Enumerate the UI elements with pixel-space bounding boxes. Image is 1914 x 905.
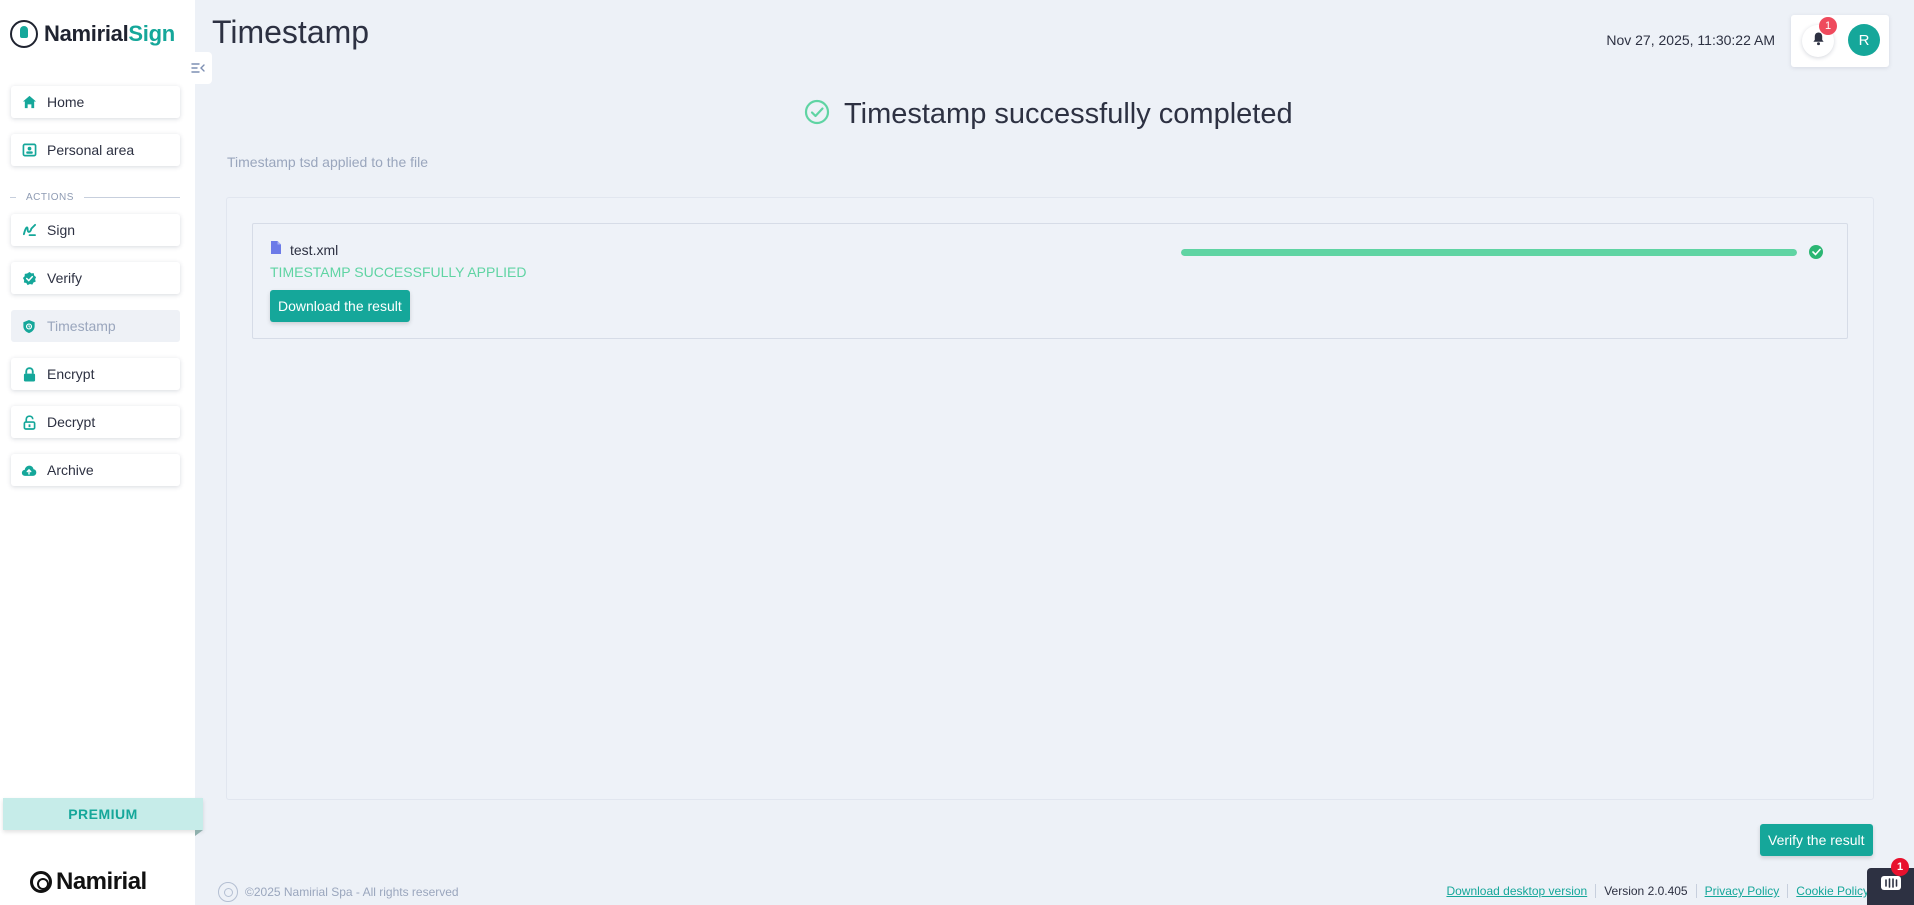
file-progress-fill: [1181, 249, 1797, 256]
sidebar-item-label: Verify: [47, 270, 83, 286]
namirial-sign-logo-icon: [10, 20, 38, 48]
sidebar-item-sign[interactable]: Sign: [11, 214, 180, 246]
shield-clock-icon: [21, 318, 37, 334]
home-icon: [21, 94, 37, 110]
brand-logo[interactable]: NamirialSign: [10, 20, 175, 48]
check-circle-icon: [804, 99, 830, 130]
verify-result-button[interactable]: Verify the result: [1760, 824, 1873, 856]
lock-icon: [21, 366, 37, 382]
current-datetime: Nov 27, 2025, 11:30:22 AM: [1606, 32, 1775, 48]
contact-card-icon: [21, 142, 37, 158]
premium-banner[interactable]: PREMIUM: [3, 798, 203, 830]
file-result-row: test.xml TIMESTAMP SUCCESSFULLY APPLIED …: [252, 223, 1848, 339]
sidebar-item-encrypt[interactable]: Encrypt: [11, 358, 180, 390]
file-name-group: test.xml: [270, 240, 338, 260]
chat-unread-badge: 1: [1891, 858, 1909, 876]
sidebar-item-label: Personal area: [47, 142, 135, 158]
privacy-policy-link[interactable]: Privacy Policy: [1705, 884, 1780, 898]
copyright-text: ©2025 Namirial Spa - All rights reserved: [245, 885, 459, 899]
results-panel: test.xml TIMESTAMP SUCCESSFULLY APPLIED …: [226, 197, 1874, 800]
footer-separator: [1695, 884, 1697, 898]
premium-ribbon-fold: [195, 830, 203, 836]
footer-copyright: ©2025 Namirial Spa - All rights reserved: [218, 882, 459, 902]
namirial-logo-icon: [30, 871, 52, 893]
verified-badge-icon: [21, 270, 37, 286]
sidebar-item-personal-area[interactable]: Personal area: [11, 134, 180, 166]
chat-widget-button[interactable]: [1867, 868, 1914, 905]
result-subtitle: Timestamp tsd applied to the file: [227, 154, 429, 170]
sidebar-item-label: Decrypt: [47, 414, 96, 430]
namirial-footer-logo: Namirial: [30, 868, 147, 896]
sidebar-item-label: Home: [47, 94, 85, 110]
sidebar-item-archive[interactable]: Archive: [11, 454, 180, 486]
file-name: test.xml: [290, 242, 339, 258]
collapse-sidebar-button[interactable]: [184, 52, 212, 84]
sidebar-item-label: Archive: [47, 462, 94, 478]
bell-icon: [1812, 31, 1825, 51]
unlock-icon: [21, 414, 37, 430]
footer-separator: [1787, 884, 1789, 898]
sidebar-item-home[interactable]: Home: [11, 86, 180, 118]
notification-count-badge: 1: [1819, 17, 1837, 35]
cookie-policy-link[interactable]: Cookie Policy: [1796, 884, 1869, 898]
sidebar-item-label: Encrypt: [47, 366, 95, 382]
progress-complete-icon: [1809, 245, 1823, 259]
file-status-text: TIMESTAMP SUCCESSFULLY APPLIED: [270, 264, 527, 280]
cloud-upload-icon: [21, 462, 37, 478]
signature-icon: [21, 222, 37, 238]
actions-section-divider: ACTIONS: [10, 192, 180, 203]
sidebar-item-label: Timestamp: [47, 318, 116, 334]
success-heading-text: Timestamp successfully completed: [844, 98, 1293, 130]
footer-separator: [1595, 884, 1597, 898]
download-result-button[interactable]: Download the result: [270, 290, 410, 322]
sidebar-item-verify[interactable]: Verify: [11, 262, 180, 294]
namirial-small-logo-icon: [218, 882, 238, 902]
collapse-menu-icon: [191, 60, 205, 76]
brand-name: NamirialSign: [44, 21, 175, 46]
document-icon: [270, 240, 282, 260]
success-heading: Timestamp successfully completed: [804, 98, 1293, 131]
sidebar: NamirialSign Home Personal area ACTIONS …: [0, 0, 203, 905]
user-avatar[interactable]: R: [1848, 24, 1880, 56]
version-text: Version 2.0.405: [1604, 884, 1688, 898]
sidebar-item-label: Sign: [47, 222, 76, 238]
page-title: Timestamp: [212, 14, 370, 50]
chat-icon: [1880, 875, 1902, 898]
file-progress-bar: [1181, 249, 1797, 256]
download-desktop-link[interactable]: Download desktop version: [1446, 884, 1587, 898]
sidebar-item-decrypt[interactable]: Decrypt: [11, 406, 180, 438]
footer-links: Download desktop version Version 2.0.405…: [1446, 884, 1869, 898]
sidebar-item-timestamp[interactable]: Timestamp: [11, 310, 180, 342]
user-toolbar: 1 R: [1791, 15, 1889, 67]
